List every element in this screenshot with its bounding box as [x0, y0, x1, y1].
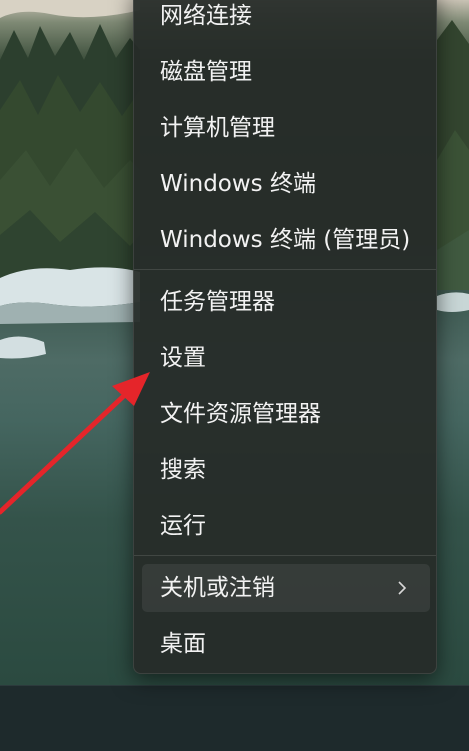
menu-item-windows-terminal-admin[interactable]: Windows 终端 (管理员)	[142, 216, 430, 264]
menu-item-run[interactable]: 运行	[142, 502, 430, 550]
menu-item-label: 运行	[160, 513, 206, 539]
menu-item-search[interactable]: 搜索	[142, 446, 430, 494]
menu-item-desktop[interactable]: 桌面	[142, 620, 430, 668]
menu-item-label: 桌面	[160, 631, 206, 657]
wallpaper-snow-top	[0, 0, 140, 18]
menu-separator	[134, 269, 436, 270]
wallpaper-snow-ledge	[0, 267, 140, 324]
desktop-screen: 网络连接 磁盘管理 计算机管理 Windows 终端 Windows 终端 (管…	[0, 0, 469, 751]
menu-item-label: 设置	[160, 345, 206, 371]
menu-item-file-explorer[interactable]: 文件资源管理器	[142, 390, 430, 438]
menu-separator	[134, 555, 436, 556]
menu-item-task-manager[interactable]: 任务管理器	[142, 278, 430, 326]
menu-item-label: 关机或注销	[160, 575, 275, 601]
menu-item-label: 任务管理器	[160, 289, 275, 315]
chevron-right-icon	[396, 564, 408, 612]
menu-item-label: 文件资源管理器	[160, 401, 321, 427]
menu-item-computer-management[interactable]: 计算机管理	[142, 104, 430, 152]
menu-item-label: Windows 终端	[160, 171, 316, 197]
menu-item-label: 磁盘管理	[160, 59, 252, 85]
menu-item-label: 网络连接	[160, 3, 252, 29]
menu-item-label: 搜索	[160, 457, 206, 483]
winx-context-menu: 网络连接 磁盘管理 计算机管理 Windows 终端 Windows 终端 (管…	[133, 0, 437, 674]
menu-item-network-connections[interactable]: 网络连接	[142, 0, 430, 40]
menu-item-windows-terminal[interactable]: Windows 终端	[142, 160, 430, 208]
menu-item-shutdown-signout[interactable]: 关机或注销	[142, 564, 430, 612]
wallpaper-snow-rock	[0, 336, 46, 359]
menu-item-label: 计算机管理	[160, 115, 275, 141]
taskbar	[0, 685, 469, 751]
menu-item-disk-management[interactable]: 磁盘管理	[142, 48, 430, 96]
wallpaper-snow-right	[437, 292, 469, 312]
menu-item-label: Windows 终端 (管理员)	[160, 227, 411, 253]
menu-item-settings[interactable]: 设置	[142, 334, 430, 382]
